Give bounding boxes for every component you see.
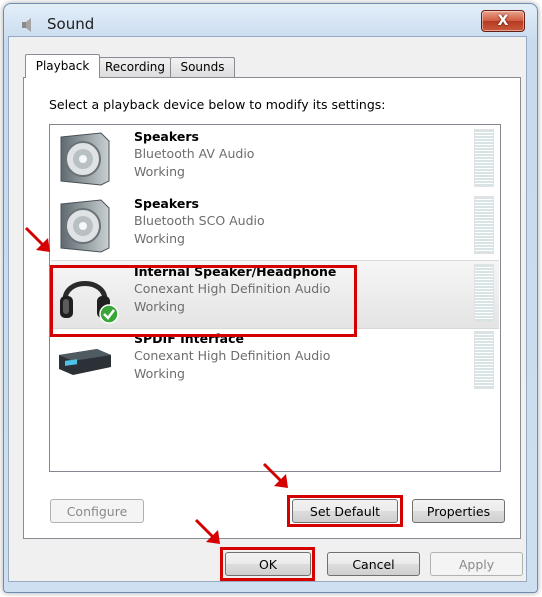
- volume-meter: [474, 196, 494, 254]
- close-button[interactable]: X: [481, 10, 525, 32]
- highlight-box-ok: [220, 547, 315, 581]
- properties-button[interactable]: Properties: [412, 499, 505, 523]
- device-status: Working: [134, 164, 185, 179]
- device-item-speakers-av[interactable]: Speakers Bluetooth AV Audio Working: [51, 126, 499, 193]
- close-icon: X: [497, 13, 509, 29]
- arrow-icon: [262, 462, 288, 488]
- arrow-icon: [24, 226, 50, 252]
- tab-recording[interactable]: Recording: [99, 57, 171, 77]
- device-description: Bluetooth AV Audio: [134, 146, 255, 161]
- highlight-box-set-default: [287, 495, 403, 527]
- tab-sounds[interactable]: Sounds: [170, 57, 235, 77]
- device-status: Working: [134, 366, 185, 381]
- speaker-icon: [22, 18, 31, 32]
- volume-meter: [474, 331, 494, 389]
- tab-playback[interactable]: Playback: [25, 54, 100, 78]
- spdif-device-icon: [59, 349, 111, 375]
- highlight-box-device: [50, 265, 357, 337]
- apply-button[interactable]: Apply: [430, 552, 523, 576]
- device-status: Working: [134, 231, 185, 246]
- window-title: Sound: [47, 15, 95, 33]
- device-item-speakers-sco[interactable]: Speakers Bluetooth SCO Audio Working: [51, 193, 499, 260]
- arrow-icon: [194, 518, 220, 544]
- speaker-icon: [60, 132, 110, 186]
- device-description: Conexant High Definition Audio: [134, 348, 331, 363]
- device-item-spdif[interactable]: SPDIF Interface Conexant High Definition…: [51, 328, 499, 395]
- speaker-icon: [60, 199, 110, 253]
- title-bar[interactable]: Sound X: [4, 4, 537, 36]
- cancel-button[interactable]: Cancel: [327, 552, 420, 576]
- tab-label: Playback: [35, 59, 90, 73]
- configure-button[interactable]: Configure: [50, 499, 144, 523]
- volume-meter: [474, 264, 494, 322]
- volume-meter: [474, 129, 494, 187]
- tab-label: Recording: [104, 60, 166, 74]
- device-name: Speakers: [134, 196, 199, 211]
- instruction-text: Select a playback device below to modify…: [49, 97, 386, 112]
- device-name: Speakers: [134, 129, 199, 144]
- tab-label: Sounds: [180, 60, 225, 74]
- device-description: Bluetooth SCO Audio: [134, 213, 265, 228]
